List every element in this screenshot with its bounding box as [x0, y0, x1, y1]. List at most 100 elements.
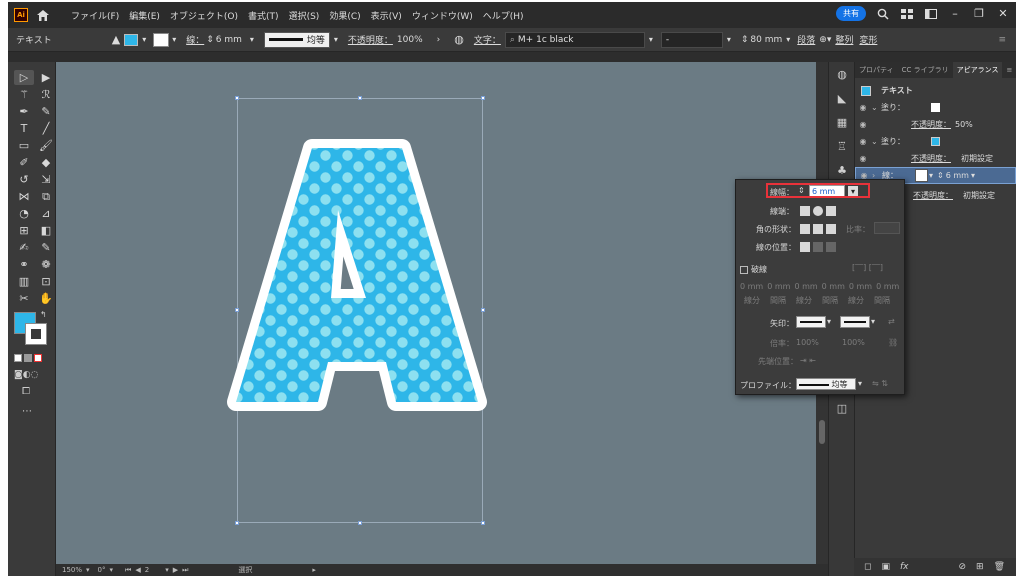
restore-icon[interactable]: ❐: [972, 7, 986, 21]
stroke-width-stepper-icon[interactable]: ⇕: [206, 35, 214, 45]
swap-arrows-icon[interactable]: ⇄: [888, 317, 895, 326]
rotate-tool-icon[interactable]: ↺: [14, 172, 34, 187]
tab-properties[interactable]: プロパティ: [855, 65, 898, 75]
letter-a-artwork[interactable]: [56, 62, 816, 564]
eraser-icon[interactable]: ◆: [36, 155, 56, 170]
mesh-tool-icon[interactable]: ⊞: [14, 223, 34, 238]
dash-checkbox[interactable]: 破線: [740, 264, 767, 275]
fill-dropdown-chevron-icon[interactable]: ▾: [138, 34, 150, 46]
arrow-start-select[interactable]: [796, 316, 826, 328]
zoom-chevron-icon[interactable]: ▾: [86, 566, 90, 574]
symbol-sprayer-icon[interactable]: ❁: [36, 257, 56, 272]
profile-select-chevron-icon[interactable]: ▾: [858, 379, 862, 388]
panel-menu-icon[interactable]: ≡: [1002, 66, 1016, 74]
share-button[interactable]: 共有: [836, 6, 866, 21]
dash-3[interactable]: 0 mm: [849, 282, 872, 291]
add-fill-icon[interactable]: ▣: [881, 562, 890, 572]
round-join-icon[interactable]: [813, 224, 823, 234]
screen-mode-icon[interactable]: ⧠: [22, 386, 30, 397]
stroke-dropdown-chevron-icon[interactable]: ▾: [168, 34, 180, 46]
gradient-mode-icon[interactable]: [24, 354, 32, 362]
fill-2-swatch[interactable]: [931, 137, 940, 146]
dash-align-icons[interactable]: [‾‾] [‾‾]: [852, 263, 883, 272]
zoom-value[interactable]: 150%: [62, 566, 82, 574]
rotate-value[interactable]: 0°: [98, 566, 106, 574]
artboard-tool-icon[interactable]: ⊡: [36, 274, 56, 289]
swatches-icon[interactable]: ▦: [829, 110, 855, 134]
transform-label[interactable]: 変形: [859, 33, 877, 46]
rotate-chevron-icon[interactable]: ▾: [110, 566, 114, 574]
visibility-eye-icon[interactable]: ◉: [855, 103, 871, 112]
arrange-docs-icon[interactable]: [924, 7, 938, 21]
pen-tool-icon[interactable]: ✒: [14, 104, 34, 119]
selection-tool-icon[interactable]: ▷: [14, 70, 34, 85]
miter-join-icon[interactable]: [800, 224, 810, 234]
opacity-3-label[interactable]: 不透明度：: [913, 190, 953, 201]
width-tool-icon[interactable]: ⋈: [14, 189, 34, 204]
fill-1-swatch[interactable]: [931, 103, 940, 112]
recolor-icon[interactable]: ◍: [454, 33, 464, 46]
more-options-icon[interactable]: ≡: [998, 35, 1006, 45]
scale-end-value[interactable]: 100%: [842, 338, 865, 347]
opacity-2-label[interactable]: 不透明度：: [911, 153, 951, 164]
add-effect-icon[interactable]: fx: [900, 562, 909, 572]
visibility-eye-icon[interactable]: ◉: [855, 137, 871, 146]
paragraph-label[interactable]: 段落: [797, 33, 815, 46]
stroke-row-chevron-icon[interactable]: ▾: [971, 171, 975, 180]
menu-select[interactable]: 選択(S): [284, 9, 325, 22]
stroke-swatch[interactable]: [153, 32, 170, 47]
magic-wand-icon[interactable]: ⚚: [14, 87, 34, 102]
status-mode-arrow-icon[interactable]: ▸: [312, 566, 316, 574]
canvas[interactable]: [56, 62, 816, 564]
shaper-tool-icon[interactable]: ✐: [14, 155, 34, 170]
prev-artboard-icon[interactable]: ◀: [135, 566, 140, 574]
menu-object[interactable]: オブジェクト(O): [165, 9, 243, 22]
gap-2[interactable]: 0 mm: [822, 282, 845, 291]
scale-start-value[interactable]: 100%: [796, 338, 819, 347]
profile-select[interactable]: 均等: [796, 378, 856, 390]
artboard-chevron-icon[interactable]: ▾: [165, 566, 169, 574]
appearance-fill-1-opacity[interactable]: ◉ 不透明度： 50%: [855, 116, 1016, 133]
stroke-width-chevron-icon[interactable]: ▾: [246, 34, 258, 46]
character-label[interactable]: 文字：: [474, 33, 501, 46]
opacity-label[interactable]: 不透明度：: [348, 33, 393, 46]
none-mode-icon[interactable]: [34, 354, 42, 362]
align-options-icon[interactable]: ⊕▾: [819, 35, 831, 45]
color-mode-icon[interactable]: [14, 354, 22, 362]
appearance-fill-1[interactable]: ◉ ⌄ 塗り：: [855, 99, 1016, 116]
gap-1[interactable]: 0 mm: [767, 282, 790, 291]
round-cap-icon[interactable]: [813, 206, 823, 216]
menu-view[interactable]: 表示(V): [366, 9, 407, 22]
font-size-stepper-icon[interactable]: ⇕: [741, 35, 749, 45]
eyedropper-icon[interactable]: ✍: [14, 240, 34, 255]
dash-2[interactable]: 0 mm: [794, 282, 817, 291]
free-transform-icon[interactable]: ⧉: [36, 189, 56, 204]
tab-appearance[interactable]: アピアランス: [952, 62, 1003, 78]
first-artboard-icon[interactable]: ⏮: [125, 566, 131, 575]
tab-cc-libraries[interactable]: CC ライブラリ: [898, 65, 953, 75]
duplicate-item-icon[interactable]: ⊞: [976, 562, 984, 572]
dash-1[interactable]: 0 mm: [740, 282, 763, 291]
appearance-fill-2-opacity[interactable]: ◉ 不透明度： 初期設定: [855, 150, 1016, 167]
graph-tool-icon[interactable]: ▥: [14, 274, 34, 289]
type-tool-icon[interactable]: T: [14, 121, 34, 136]
menu-type[interactable]: 書式(T): [243, 9, 284, 22]
stroke-label[interactable]: 線：: [186, 33, 204, 46]
font-size-value[interactable]: 80 mm: [750, 35, 782, 45]
lasso-icon[interactable]: ℛ: [36, 87, 56, 102]
opacity-value[interactable]: 100%: [397, 35, 423, 45]
expand-chevron-icon[interactable]: ⌄: [871, 137, 881, 146]
stroke-width-value[interactable]: 6 mm: [216, 35, 242, 45]
add-stroke-icon[interactable]: ◻: [864, 562, 871, 572]
limit-input[interactable]: [874, 222, 900, 234]
shape-builder-icon[interactable]: ◔: [14, 206, 34, 221]
flip-profile-icon[interactable]: ⇋ ⇅: [872, 379, 888, 388]
clear-appearance-icon[interactable]: ⊘: [959, 562, 967, 572]
color-panel-icon[interactable]: ◍: [829, 62, 855, 86]
stroke-swatch-chevron-icon[interactable]: ▾: [929, 171, 933, 180]
align-inside-icon[interactable]: [813, 242, 823, 252]
tip-buttons[interactable]: ⇥ ⇤: [800, 356, 816, 365]
arrow-start-chevron-icon[interactable]: ▾: [827, 317, 831, 326]
arrange-label[interactable]: 整列: [835, 33, 853, 46]
butt-cap-icon[interactable]: [800, 206, 810, 216]
